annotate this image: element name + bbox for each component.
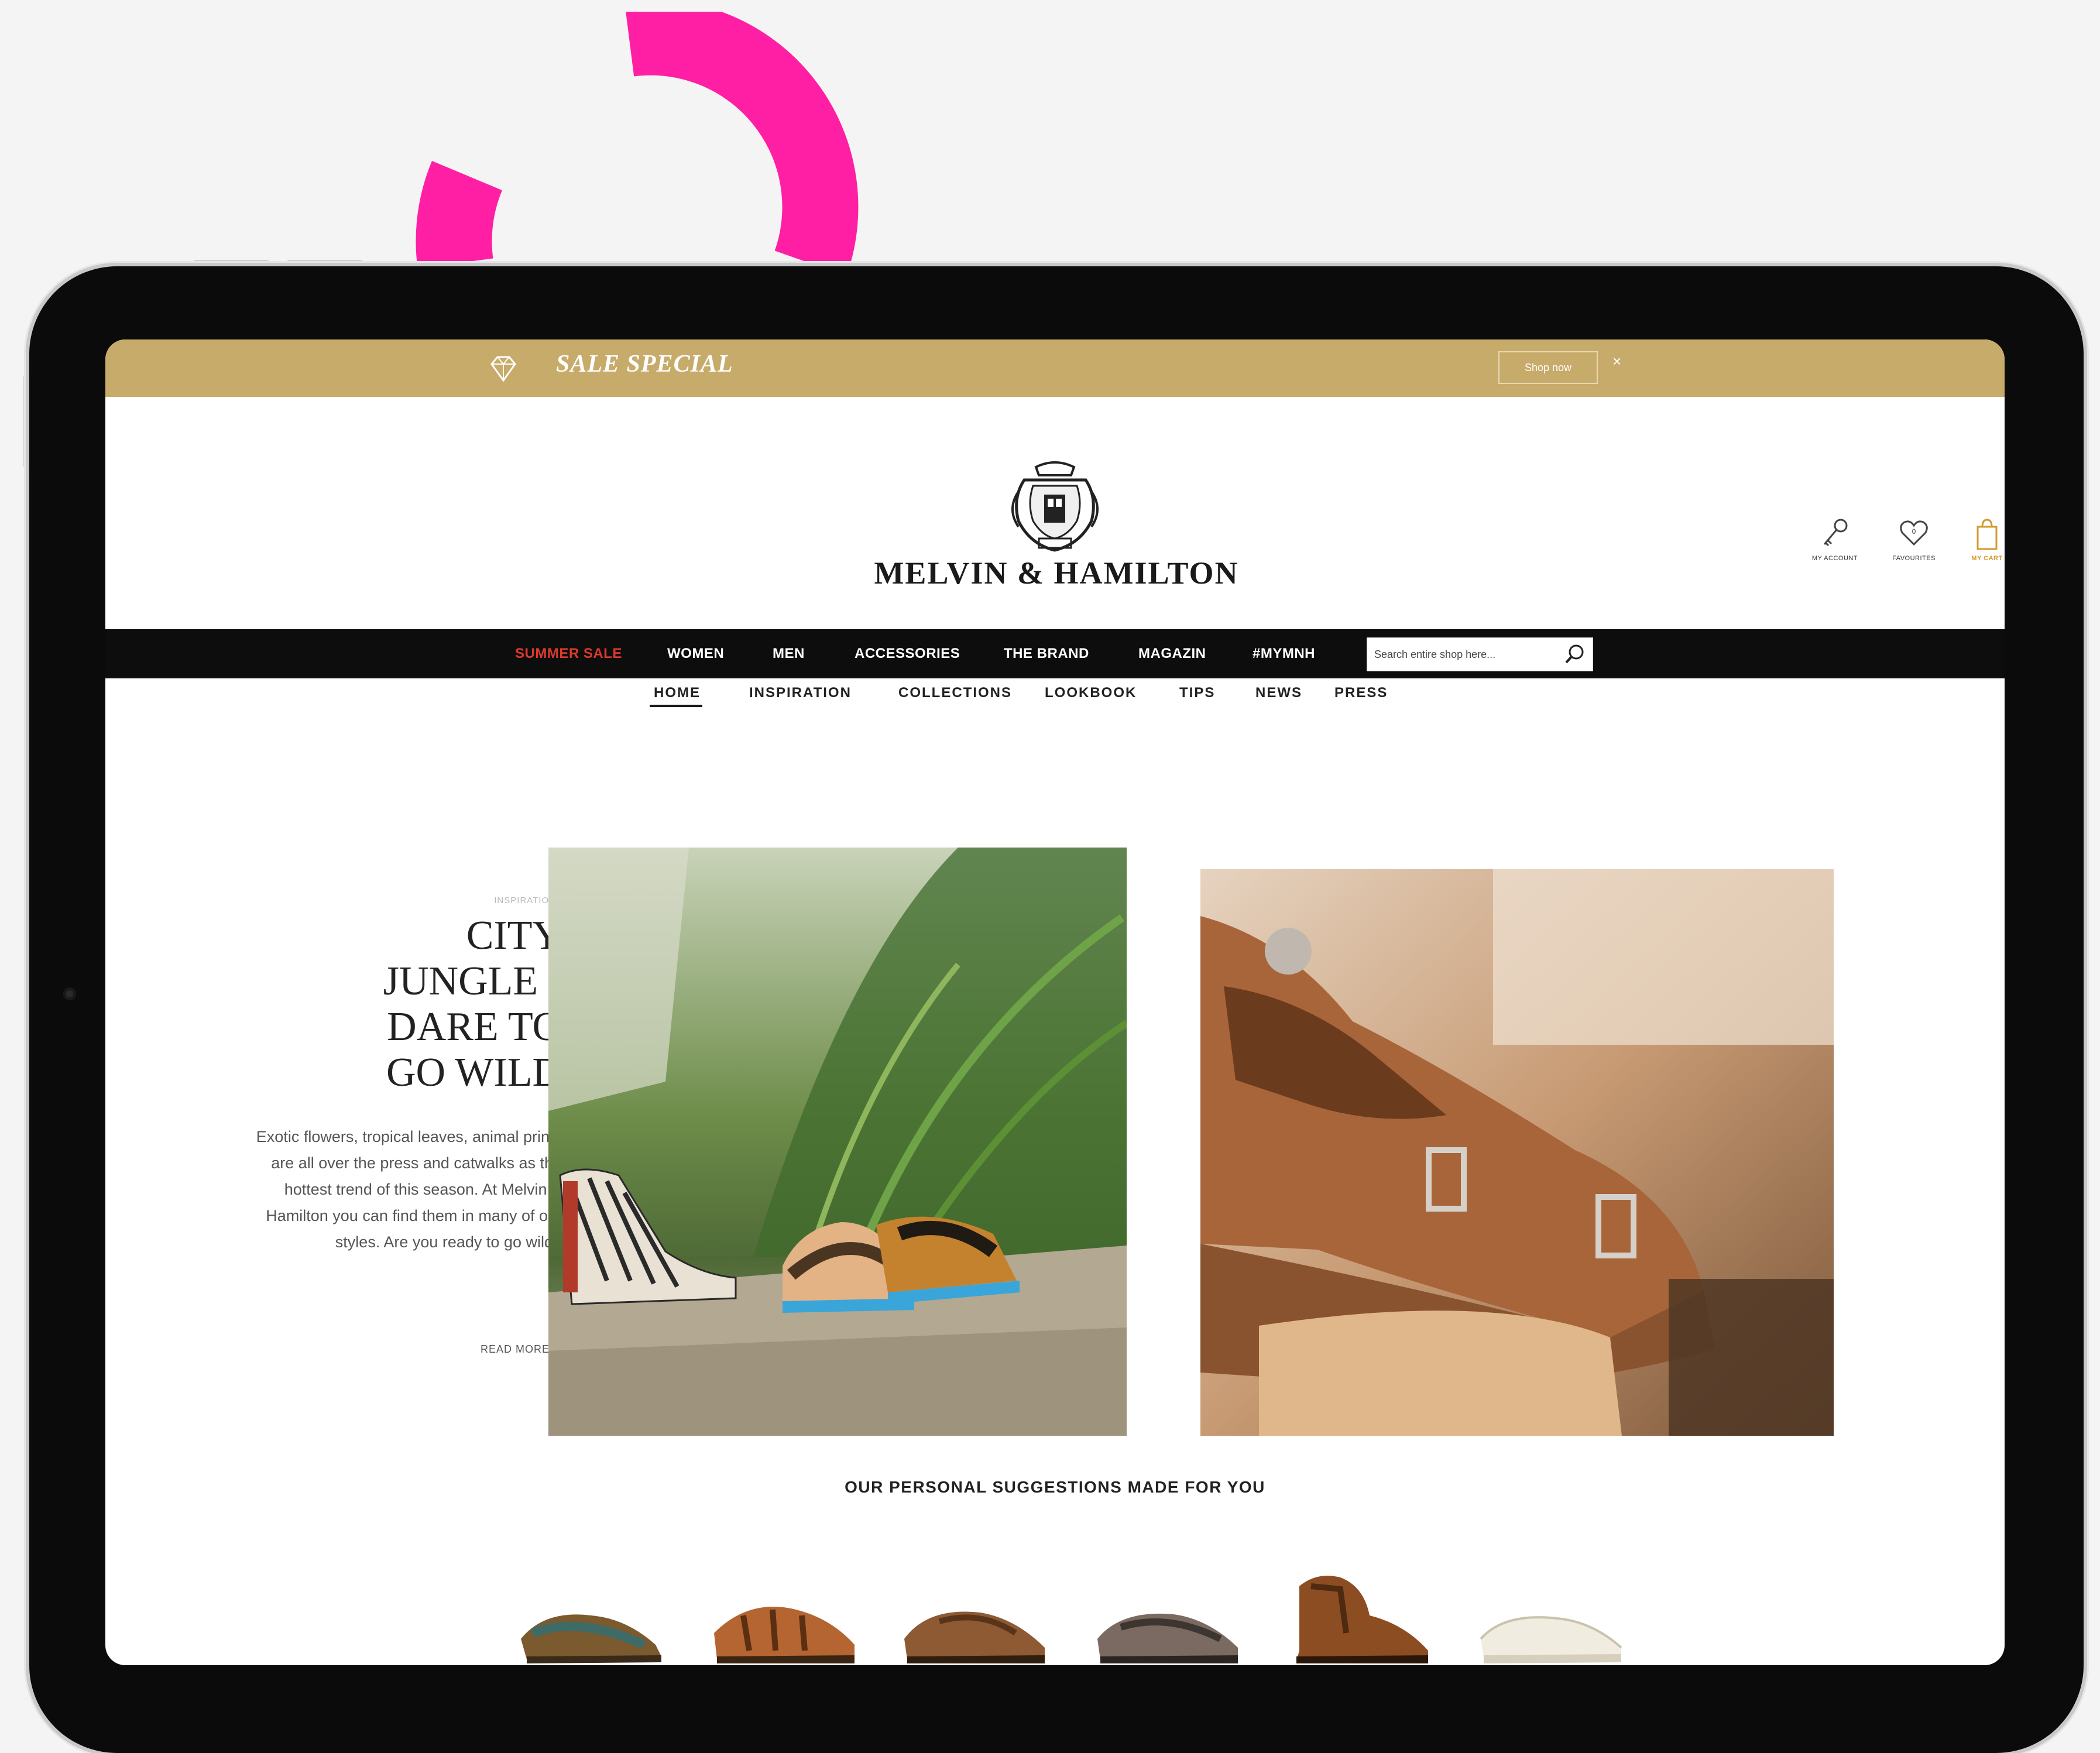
nav-magazin[interactable]: MAGAZIN — [1138, 646, 1206, 662]
tab-news[interactable]: NEWS — [1255, 685, 1302, 701]
tab-home[interactable]: HOME — [654, 685, 701, 701]
tab-tips[interactable]: TIPS — [1179, 685, 1215, 701]
volume-button — [193, 260, 269, 266]
brand-name[interactable]: MELVIN & HAMILTON — [866, 555, 1247, 591]
product-thumbnail[interactable] — [702, 1563, 866, 1665]
search-icon[interactable] — [1563, 643, 1587, 666]
close-icon[interactable]: × — [1612, 352, 1621, 371]
product-thumbnail[interactable] — [1469, 1563, 1633, 1665]
article-category: INSPIRATION — [494, 896, 556, 905]
product-thumbnail[interactable] — [1086, 1563, 1250, 1665]
search-input[interactable] — [1373, 644, 1557, 665]
camera-icon — [63, 987, 76, 1000]
favourites-label: FAVOURITES — [1892, 555, 1936, 562]
nav-women[interactable]: WOMEN — [667, 646, 724, 662]
leather-shoes-photo[interactable] — [1200, 869, 1834, 1436]
article-body: Exotic flowers, tropical leaves, animal … — [256, 1128, 562, 1251]
tab-lookbook[interactable]: LOOKBOOK — [1045, 685, 1137, 701]
tab-collections[interactable]: COLLECTIONS — [898, 685, 1012, 701]
jungle-shoes-photo[interactable] — [548, 848, 1127, 1436]
product-thumbnail[interactable] — [893, 1563, 1056, 1665]
diamond-icon — [490, 356, 516, 382]
browser-viewport: SALE SPECIAL Shop now × MELVIN & HAMILTO… — [105, 339, 2005, 1665]
product-thumbnail[interactable] — [1276, 1563, 1440, 1665]
sale-shop-button[interactable]: Shop now — [1498, 351, 1598, 384]
key-icon — [1823, 519, 1848, 547]
suggestions-heading: OUR PERSONAL SUGGESTIONS MADE FOR YOU — [845, 1478, 1265, 1496]
heart-icon: 0 — [1900, 520, 1928, 546]
brand-crest-logo[interactable] — [1001, 457, 1109, 556]
search-box — [1367, 637, 1593, 671]
read-more-link[interactable]: READ MORE ▸ — [413, 1343, 559, 1356]
nav-mymnh[interactable]: #MYMNH — [1253, 646, 1315, 662]
my-account-label: MY ACCOUNT — [1811, 555, 1858, 562]
my-account-link[interactable]: MY ACCOUNT — [1803, 515, 1867, 562]
sale-banner: SALE SPECIAL Shop now × — [105, 339, 2005, 397]
shopping-bag-icon — [1977, 519, 1998, 550]
tab-inspiration[interactable]: INSPIRATION — [749, 685, 852, 701]
nav-accessories[interactable]: ACCESSORIES — [855, 646, 960, 662]
main-nav: SUMMER SALE WOMEN MEN ACCESSORIES THE BR… — [105, 629, 2005, 678]
nav-men[interactable]: MEN — [773, 646, 805, 662]
nav-summer-sale[interactable]: SUMMER SALE — [515, 646, 622, 662]
article-title[interactable]: CITY JUNGLE - DARE TO GO WILD — [328, 913, 562, 1096]
favourites-link[interactable]: 0 FAVOURITES — [1882, 515, 1946, 562]
volume-button — [287, 260, 363, 266]
tablet-frame: SALE SPECIAL Shop now × MELVIN & HAMILTO… — [29, 266, 2084, 1753]
my-cart-link[interactable]: MY CART — [1955, 515, 2005, 562]
my-cart-label: MY CART — [1971, 555, 2003, 562]
nav-the-brand[interactable]: THE BRAND — [1004, 646, 1089, 662]
sale-title: SALE SPECIAL — [556, 351, 733, 378]
product-thumbnail[interactable] — [509, 1563, 673, 1665]
favourites-count: 0 — [1912, 527, 1916, 536]
pink-arc-decoration — [416, 12, 859, 276]
tab-press[interactable]: PRESS — [1334, 685, 1388, 701]
active-tab-indicator — [650, 705, 702, 707]
